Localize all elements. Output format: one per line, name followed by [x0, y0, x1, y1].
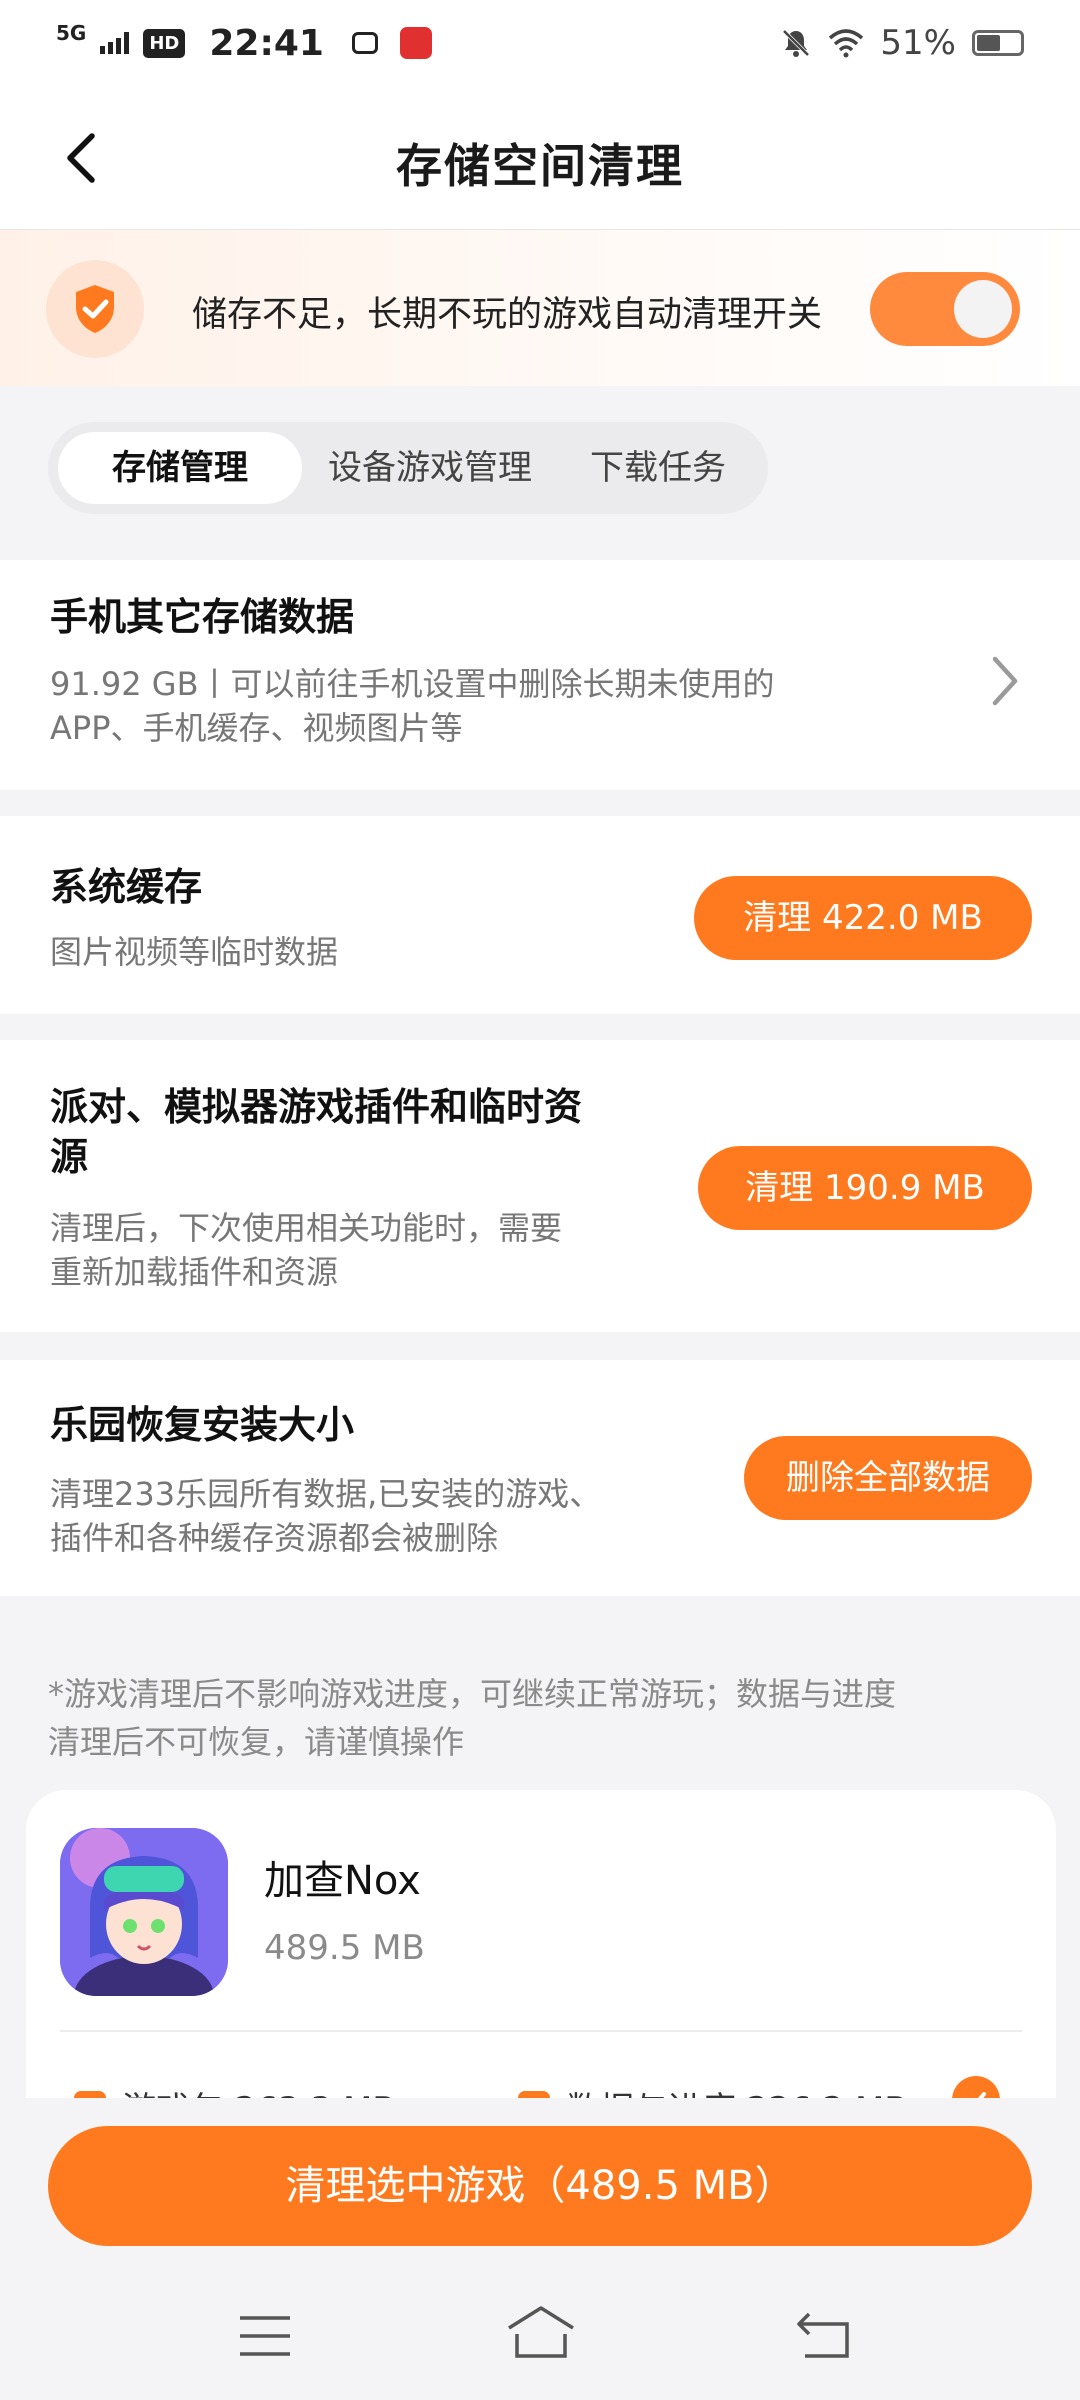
- restore-title: 乐园恢复安装大小: [50, 1403, 355, 1447]
- clock: 22:41: [209, 22, 324, 64]
- screen: 5G HD 22:41 51% 存储空间清理 储存不足，长期不玩的游戏自动清理开…: [0, 0, 1080, 2400]
- restore-desc-line1: 清理233乐园所有数据,已安装的游戏、: [50, 1475, 602, 1513]
- bottom-bar: 清理选中游戏（489.5 MB）: [0, 2098, 1080, 2400]
- other-storage-desc-line2: APP、手机缓存、视频图片等: [50, 709, 463, 747]
- toggle-knob: [954, 280, 1012, 338]
- divider: [60, 2030, 1022, 2032]
- auto-clean-label: 储存不足，长期不玩的游戏自动清理开关: [192, 295, 823, 335]
- system-cache-title: 系统缓存: [50, 865, 203, 909]
- clean-system-cache-button[interactable]: 清理 422.0 MB: [694, 876, 1032, 960]
- back-nav-icon[interactable]: [795, 2310, 853, 2360]
- chevron-right-icon: [990, 655, 1020, 711]
- status-left: 5G HD 22:41: [56, 23, 432, 64]
- plugins-desc-line2: 重新加载插件和资源: [50, 1253, 339, 1291]
- restore-desc-line2: 插件和各种缓存资源都会被删除: [50, 1519, 499, 1557]
- system-cache-desc: 图片视频等临时数据: [50, 933, 339, 971]
- page-title: 存储空间清理: [396, 139, 684, 193]
- other-storage-card[interactable]: 手机其它存储数据 91.92 GB丨可以前往手机设置中删除长期未使用的 APP、…: [0, 560, 1080, 790]
- menu-icon[interactable]: [238, 2314, 292, 2358]
- plugins-desc-line1: 清理后，下次使用相关功能时，需要: [50, 1209, 563, 1247]
- app-notification-icon: [399, 27, 432, 59]
- tab-bar: 存储管理 设备游戏管理 下载任务: [48, 422, 768, 514]
- network-type: 5G: [56, 21, 87, 45]
- plugins-title-line1: 派对、模拟器游戏插件和临时资: [50, 1085, 583, 1129]
- hd-badge: HD: [143, 28, 186, 58]
- mute-bell-icon: [783, 29, 810, 57]
- other-storage-title: 手机其它存储数据: [50, 595, 355, 639]
- clean-warning-note: *游戏清理后不影响游戏进度，可继续正常游玩；数据与进度 清理后不可恢复，请谨慎操…: [48, 1670, 1028, 1766]
- wifi-icon: [829, 29, 864, 58]
- note-line1: *游戏清理后不影响游戏进度，可继续正常游玩；数据与进度: [48, 1675, 897, 1713]
- auto-clean-toggle[interactable]: [870, 272, 1020, 346]
- battery-icon: [972, 30, 1024, 56]
- restore-install-card: 乐园恢复安装大小 清理233乐园所有数据,已安装的游戏、 插件和各种缓存资源都会…: [0, 1360, 1080, 1596]
- plugins-cache-card: 派对、模拟器游戏插件和临时资 源 清理后，下次使用相关功能时，需要 重新加载插件…: [0, 1040, 1080, 1332]
- clean-plugins-button[interactable]: 清理 190.9 MB: [698, 1146, 1032, 1230]
- note-line2: 清理后不可恢复，请谨慎操作: [48, 1723, 465, 1761]
- tab-download-tasks[interactable]: 下载任务: [558, 432, 758, 504]
- other-storage-desc-line1: 91.92 GB丨可以前往手机设置中删除长期未使用的: [50, 665, 775, 703]
- header: 存储空间清理: [0, 86, 1080, 230]
- home-icon[interactable]: [505, 2304, 577, 2360]
- battery-percent: 51%: [880, 23, 956, 63]
- tab-storage-management[interactable]: 存储管理: [58, 432, 302, 504]
- game-name: 加查Nox: [264, 1858, 421, 1904]
- tv-app-icon: [351, 32, 378, 54]
- auto-clean-banner: 储存不足，长期不玩的游戏自动清理开关: [0, 230, 1080, 386]
- game-icon: [60, 1828, 228, 1996]
- system-nav-bar: [0, 2274, 1080, 2400]
- status-bar: 5G HD 22:41 51%: [0, 0, 1080, 86]
- system-cache-card: 系统缓存 图片视频等临时数据 清理 422.0 MB: [0, 816, 1080, 1014]
- delete-all-data-button[interactable]: 删除全部数据: [744, 1436, 1032, 1520]
- tab-device-game-management[interactable]: 设备游戏管理: [302, 432, 558, 504]
- plugins-title-line2: 源: [50, 1135, 89, 1179]
- shield-check-icon: [46, 260, 144, 358]
- status-right: 51%: [780, 23, 1024, 63]
- signal-icon: [100, 32, 130, 54]
- game-size: 489.5 MB: [264, 1928, 425, 1968]
- clean-selected-games-button[interactable]: 清理选中游戏（489.5 MB）: [48, 2126, 1032, 2246]
